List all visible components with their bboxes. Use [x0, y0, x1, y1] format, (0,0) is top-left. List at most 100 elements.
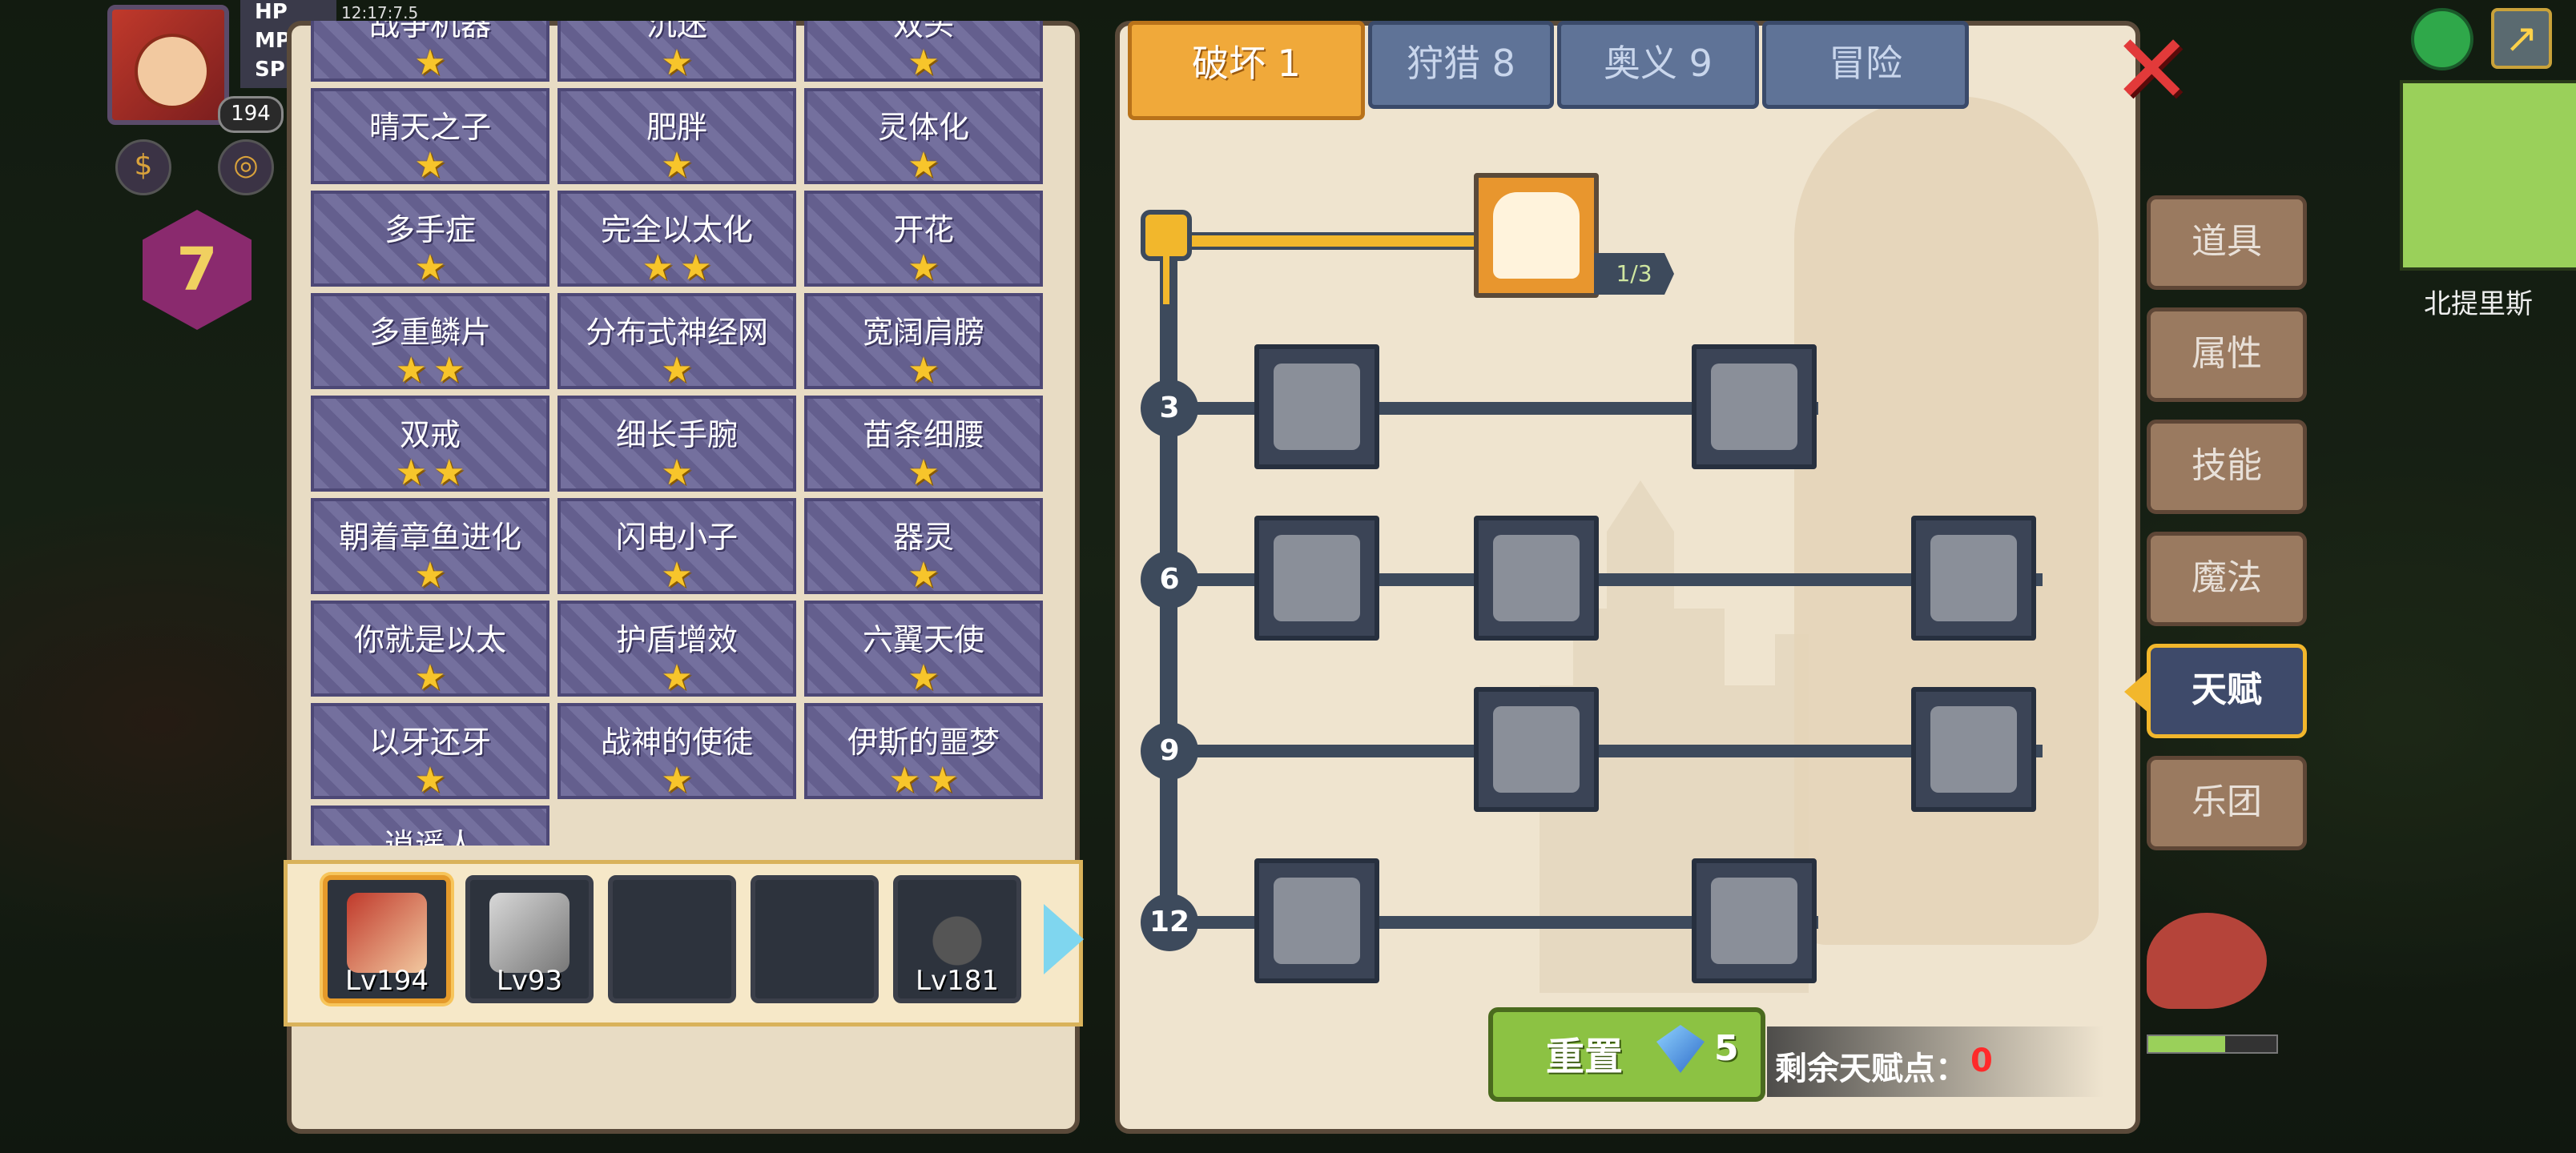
minimap[interactable] — [2400, 80, 2576, 271]
team-slot-4[interactable] — [751, 875, 879, 1003]
talent-name: 战争机器 — [368, 21, 491, 42]
talent-stars: ★ — [314, 148, 546, 183]
talent-cell[interactable]: 战神的使徒 ★ — [557, 703, 796, 799]
talent-cell[interactable]: 开花 ★ — [804, 191, 1043, 287]
talent-name: 以牙还牙 — [368, 725, 491, 760]
talent-cell[interactable]: 以牙还牙 ★ — [311, 703, 549, 799]
talent-node-muscle[interactable] — [1254, 344, 1379, 469]
talent-stars: ★ — [807, 353, 1040, 388]
talent-name: 逍遥人 — [384, 827, 476, 846]
menu-attributes[interactable]: 属性 — [2147, 307, 2307, 402]
node-level-indicator: 1/3 — [1594, 253, 1674, 295]
talent-cell[interactable]: 器灵 ★ — [804, 498, 1043, 594]
talent-name: 器灵 — [892, 520, 954, 555]
talent-cell[interactable]: 多重鳞片 ★ ★ — [311, 293, 549, 389]
member-portrait — [917, 893, 997, 973]
talent-cell[interactable]: 六翼天使 ★ — [804, 601, 1043, 697]
guild-icon[interactable]: ◎ — [218, 139, 274, 195]
talent-name: 沉迷 — [646, 21, 707, 42]
menu-items[interactable]: 道具 — [2147, 195, 2307, 290]
talent-cell[interactable]: 沉迷 ★ — [557, 21, 796, 82]
talent-node-bat[interactable] — [1911, 687, 2036, 812]
talent-node-shockwave[interactable] — [1474, 687, 1599, 812]
talent-list[interactable]: 战争机器 ★ 沉迷 ★ 双头 ★ 晴天之子 ★ 肥胖 ★ 灵体化 ★ 多手症 ★ 完全以太化 ★ ★ 开花 ★ 多重鳞… — [311, 21, 1046, 846]
tab-adventure[interactable]: 冒险 — [1762, 21, 1969, 109]
star-icon: ★ — [908, 145, 940, 186]
star-icon: ★ — [642, 247, 674, 288]
talent-cell[interactable]: 多手症 ★ — [311, 191, 549, 287]
talent-cell[interactable]: 双头 ★ — [804, 21, 1043, 82]
team-slot-5[interactable]: Lv181 — [893, 875, 1021, 1003]
talent-cell[interactable]: 细长手腕 ★ — [557, 396, 796, 492]
talent-name: 战神的使徒 — [600, 725, 753, 760]
menu-band[interactable]: 乐团 — [2147, 756, 2307, 850]
remaining-points-label: 剩余天赋点： — [1775, 1051, 1967, 1087]
talent-node-shield-break[interactable] — [1254, 516, 1379, 641]
reset-cost: 5 — [1714, 1028, 1739, 1069]
menu-magic[interactable]: 魔法 — [2147, 532, 2307, 626]
talent-cell[interactable]: 苗条细腰 ★ — [804, 396, 1043, 492]
meat-icon[interactable] — [2147, 913, 2267, 1009]
team-next-arrow-icon[interactable] — [1044, 904, 1084, 974]
talent-cell[interactable]: 完全以太化 ★ ★ — [557, 191, 796, 287]
globe-icon[interactable] — [2411, 8, 2473, 70]
row-badge-3: 3 — [1141, 380, 1198, 437]
exit-icon[interactable]: ↗ — [2491, 8, 2552, 69]
arrow-icon — [1711, 364, 1797, 450]
talent-cell[interactable]: 朝着章鱼进化 ★ — [311, 498, 549, 594]
talent-cell[interactable]: 肥胖 ★ — [557, 88, 796, 184]
close-icon[interactable]: ✕ — [2111, 22, 2192, 119]
team-slot-1[interactable]: Lv194 — [323, 875, 451, 1003]
talent-cell[interactable]: 晴天之子 ★ — [311, 88, 549, 184]
talent-cell[interactable]: 逍遥人 — [311, 805, 549, 846]
talent-cell[interactable]: 伊斯的噩梦 ★ ★ — [804, 703, 1043, 799]
talent-stars: ★ — [314, 558, 546, 593]
star-icon: ★ — [661, 760, 693, 801]
talent-stars: ★ ★ — [561, 251, 793, 286]
star-icon: ★ — [414, 760, 446, 801]
talent-node-arm-wrestle[interactable] — [1474, 173, 1599, 298]
star-icon: ★ — [661, 42, 693, 83]
talent-cell[interactable]: 护盾增效 ★ — [557, 601, 796, 697]
talent-stars: ★ — [561, 46, 793, 81]
talent-cell[interactable]: 你就是以太 ★ — [311, 601, 549, 697]
talent-cell[interactable]: 宽阔肩膀 ★ — [804, 293, 1043, 389]
talent-stars: ★ — [807, 456, 1040, 491]
player-avatar[interactable] — [107, 5, 229, 125]
tab-hunting[interactable]: 狩猎 8 — [1368, 21, 1554, 109]
talent-name: 宽阔肩膀 — [862, 315, 984, 350]
tab-destruction[interactable]: 破坏 1 — [1128, 21, 1365, 120]
talent-cell[interactable]: 分布式神经网 ★ — [557, 293, 796, 389]
talent-cell[interactable]: 闪电小子 ★ — [557, 498, 796, 594]
talent-stars: ★ ★ — [314, 353, 546, 388]
coin-icon[interactable]: $ — [115, 139, 171, 195]
talent-name: 多手症 — [384, 212, 476, 247]
team-slot-3[interactable] — [608, 875, 736, 1003]
star-icon: ★ — [888, 760, 920, 801]
member-level: Lv194 — [345, 965, 429, 997]
mp-label: MP — [255, 29, 291, 53]
talent-name: 闪电小子 — [615, 520, 738, 555]
menu-skills[interactable]: 技能 — [2147, 420, 2307, 514]
talent-node-arrow[interactable] — [1692, 344, 1817, 469]
talent-stars: ★ ★ — [314, 456, 546, 491]
talent-node-fist[interactable] — [1254, 858, 1379, 983]
talent-name: 双头 — [892, 21, 954, 42]
talent-cell[interactable]: 战争机器 ★ — [311, 21, 549, 82]
talent-name: 朝着章鱼进化 — [338, 520, 521, 555]
talent-cell[interactable]: 双戒 ★ ★ — [311, 396, 549, 492]
talent-node-blade[interactable] — [1911, 516, 2036, 641]
menu-talent[interactable]: 天赋 — [2147, 644, 2307, 738]
avatar-level-badge: 194 — [218, 96, 284, 133]
talent-cell[interactable]: 灵体化 ★ — [804, 88, 1043, 184]
tab-mystic[interactable]: 奥义 9 — [1557, 21, 1759, 109]
talent-stars: ★ — [561, 353, 793, 388]
talent-name: 护盾增效 — [615, 622, 738, 657]
star-icon: ★ — [395, 350, 427, 391]
hp-label: HP — [255, 0, 288, 24]
talent-stars: ★ — [807, 558, 1040, 593]
team-slot-2[interactable]: Lv93 — [465, 875, 594, 1003]
talent-node-grip[interactable] — [1692, 858, 1817, 983]
talent-node-punch[interactable] — [1474, 516, 1599, 641]
talent-stars: ★ — [314, 46, 546, 81]
